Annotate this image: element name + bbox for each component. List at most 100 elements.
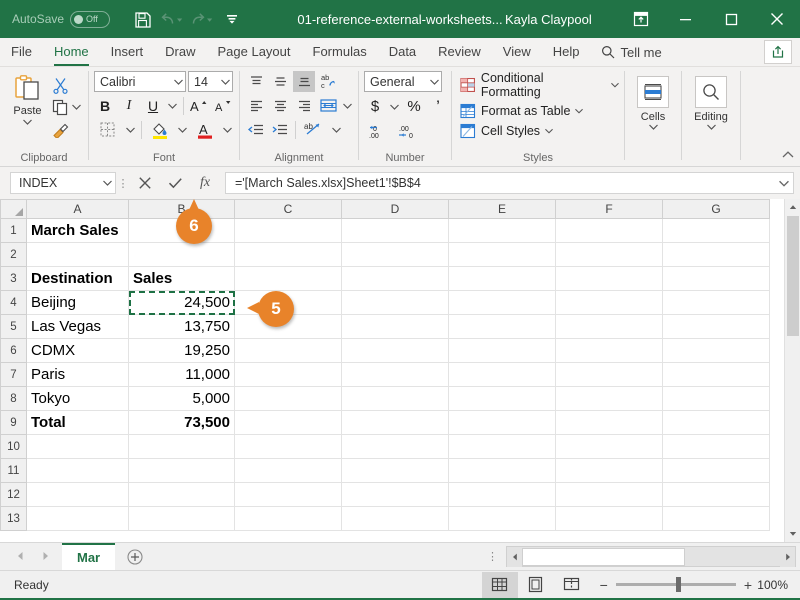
font-name-combo[interactable]: Calibri	[94, 71, 186, 92]
cell-a3[interactable]: Destination	[27, 267, 129, 291]
font-color-dropdown[interactable]	[221, 119, 234, 140]
format-as-table-button[interactable]: Format as Table	[460, 103, 583, 119]
font-size-combo[interactable]: 14	[188, 71, 233, 92]
cell-e12[interactable]	[449, 483, 556, 507]
cell-g12[interactable]	[663, 483, 770, 507]
cell-e8[interactable]	[449, 387, 556, 411]
autosave-control[interactable]: AutoSave Off	[12, 11, 110, 28]
center-button[interactable]	[269, 95, 291, 116]
ribbon-display-options-icon[interactable]	[620, 0, 662, 38]
cell-e1[interactable]	[449, 219, 556, 243]
copy-button[interactable]	[50, 97, 83, 117]
cell-d1[interactable]	[342, 219, 449, 243]
cell-f11[interactable]	[556, 459, 663, 483]
cell-f4[interactable]	[556, 291, 663, 315]
formula-bar-drag-handle[interactable]: ⋮	[116, 177, 130, 190]
tab-data[interactable]: Data	[378, 38, 427, 66]
row-header-1[interactable]: 1	[1, 219, 27, 243]
cell-b2[interactable]	[129, 243, 235, 267]
cell-e10[interactable]	[449, 435, 556, 459]
merge-and-center-button[interactable]	[317, 95, 339, 116]
page-layout-view-icon[interactable]	[518, 572, 554, 598]
row-header-9[interactable]: 9	[1, 411, 27, 435]
row-header-4[interactable]: 4	[1, 291, 27, 315]
cell-c10[interactable]	[235, 435, 342, 459]
cell-d2[interactable]	[342, 243, 449, 267]
normal-view-icon[interactable]	[482, 572, 518, 598]
cell-a6[interactable]: CDMX	[27, 339, 129, 363]
select-all-button[interactable]	[1, 200, 27, 219]
tab-insert[interactable]: Insert	[100, 38, 155, 66]
tab-help[interactable]: Help	[542, 38, 591, 66]
borders-dropdown[interactable]	[124, 119, 137, 140]
bold-button[interactable]: B	[94, 95, 116, 116]
comma-style-button[interactable]: ’	[427, 96, 449, 117]
cell-b11[interactable]	[129, 459, 235, 483]
cell-c3[interactable]	[235, 267, 342, 291]
page-break-preview-icon[interactable]	[554, 572, 590, 598]
account-name[interactable]: Kayla Claypool	[505, 12, 592, 27]
cell-f13[interactable]	[556, 507, 663, 531]
cell-b3[interactable]: Sales	[129, 267, 235, 291]
cell-e9[interactable]	[449, 411, 556, 435]
cell-e5[interactable]	[449, 315, 556, 339]
cell-c12[interactable]	[235, 483, 342, 507]
row-header-8[interactable]: 8	[1, 387, 27, 411]
increase-indent-button[interactable]	[269, 119, 291, 140]
accounting-dropdown[interactable]	[388, 96, 401, 117]
column-header-d[interactable]: D	[342, 200, 449, 219]
cell-e7[interactable]	[449, 363, 556, 387]
middle-align-button[interactable]	[269, 71, 291, 92]
cell-c6[interactable]	[235, 339, 342, 363]
cell-c8[interactable]	[235, 387, 342, 411]
cell-b10[interactable]	[129, 435, 235, 459]
italic-button[interactable]: I	[118, 95, 140, 116]
cell-c11[interactable]	[235, 459, 342, 483]
formula-bar-enter-button[interactable]	[160, 171, 190, 195]
column-header-e[interactable]: E	[449, 200, 556, 219]
row-header-10[interactable]: 10	[1, 435, 27, 459]
decrease-indent-button[interactable]	[245, 119, 267, 140]
cell-a2[interactable]	[27, 243, 129, 267]
cell-g11[interactable]	[663, 459, 770, 483]
tab-home[interactable]: Home	[43, 38, 100, 66]
cell-c7[interactable]	[235, 363, 342, 387]
scroll-up-arrow-icon[interactable]	[785, 199, 800, 215]
cell-f10[interactable]	[556, 435, 663, 459]
cell-g6[interactable]	[663, 339, 770, 363]
increase-decimal-button[interactable]: .000	[394, 121, 422, 142]
bottom-align-button[interactable]	[293, 71, 315, 92]
cell-a11[interactable]	[27, 459, 129, 483]
cell-f5[interactable]	[556, 315, 663, 339]
cell-f6[interactable]	[556, 339, 663, 363]
next-sheet-icon[interactable]	[42, 548, 50, 566]
cell-b12[interactable]	[129, 483, 235, 507]
zoom-out-button[interactable]: −	[600, 577, 608, 593]
horizontal-scrollbar[interactable]	[506, 546, 796, 567]
underline-button[interactable]: U	[142, 95, 164, 116]
cell-e13[interactable]	[449, 507, 556, 531]
cell-a4[interactable]: Beijing	[27, 291, 129, 315]
cell-e3[interactable]	[449, 267, 556, 291]
row-header-13[interactable]: 13	[1, 507, 27, 531]
scroll-down-arrow-icon[interactable]	[785, 526, 800, 542]
column-header-c[interactable]: C	[235, 200, 342, 219]
cell-d13[interactable]	[342, 507, 449, 531]
undo-icon[interactable]	[158, 6, 186, 32]
cell-c2[interactable]	[235, 243, 342, 267]
cell-f7[interactable]	[556, 363, 663, 387]
top-align-button[interactable]	[245, 71, 267, 92]
fill-color-dropdown[interactable]	[176, 119, 189, 140]
cell-g2[interactable]	[663, 243, 770, 267]
format-painter-button[interactable]	[50, 119, 83, 139]
column-header-a[interactable]: A	[27, 200, 129, 219]
row-header-11[interactable]: 11	[1, 459, 27, 483]
maximize-icon[interactable]	[708, 0, 754, 38]
cell-g8[interactable]	[663, 387, 770, 411]
cell-d11[interactable]	[342, 459, 449, 483]
cell-b8[interactable]: 5,000	[129, 387, 235, 411]
cell-a5[interactable]: Las Vegas	[27, 315, 129, 339]
cell-e6[interactable]	[449, 339, 556, 363]
cell-a7[interactable]: Paris	[27, 363, 129, 387]
borders-button[interactable]	[94, 119, 122, 140]
